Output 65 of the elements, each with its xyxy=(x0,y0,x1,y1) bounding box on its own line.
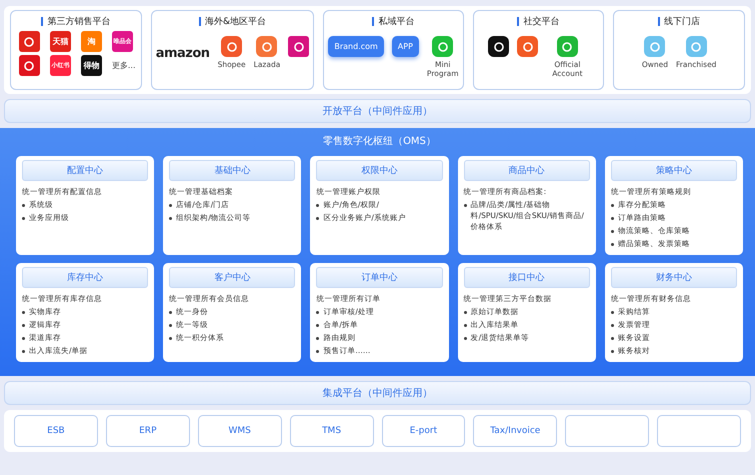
center-title: 权限中心 xyxy=(316,160,443,181)
accent-bar-icon xyxy=(199,17,201,26)
bullet-icon xyxy=(464,336,467,340)
center-title: 接口中心 xyxy=(464,267,590,288)
app-logo-icon: 淘 xyxy=(80,31,102,52)
bullet-icon xyxy=(22,350,25,352)
bullet-icon xyxy=(464,324,467,327)
channel-title: 海外&地区平台 xyxy=(205,16,266,28)
bullet-icon xyxy=(22,310,25,314)
bullet-icon xyxy=(22,324,25,327)
center-title: 商品中心 xyxy=(464,160,590,181)
bullet-icon xyxy=(610,336,614,340)
bullet-icon xyxy=(316,336,320,340)
system-box: ERP xyxy=(106,415,190,447)
bullet-icon xyxy=(464,310,467,314)
center-title: 配置中心 xyxy=(22,160,148,181)
center-title: 客户中心 xyxy=(169,267,296,288)
channel-title: 私域平台 xyxy=(378,16,414,28)
bullet-icon xyxy=(316,350,320,352)
bullet-icon xyxy=(22,216,25,220)
bar-label: 开放平台（中间件应用） xyxy=(322,104,432,118)
accent-bar-icon xyxy=(517,17,520,26)
bullet-icon xyxy=(610,204,614,207)
center-title: 订单中心 xyxy=(316,267,443,288)
system-box: ESB xyxy=(14,415,98,447)
store-wordmark: amazon xyxy=(156,46,210,61)
channel-button[interactable]: APP xyxy=(392,36,419,57)
channel-title: 社交平台 xyxy=(523,16,560,28)
bullet-icon xyxy=(610,230,614,233)
system-box: Tax/Invoice xyxy=(473,415,558,447)
bullet-icon xyxy=(316,324,320,327)
system-box: WMS xyxy=(198,415,282,447)
center-title: 基础中心 xyxy=(169,160,296,181)
bullet-icon xyxy=(169,324,172,327)
system-box: E-port xyxy=(382,415,466,447)
bullet-icon xyxy=(610,310,614,314)
bullet-icon xyxy=(22,204,25,207)
bullet-icon xyxy=(169,204,172,207)
bullet-icon xyxy=(169,216,172,220)
bullet-icon xyxy=(610,324,614,327)
bullet-icon xyxy=(610,350,614,352)
channel-title: 线下门店 xyxy=(664,16,700,28)
bullet-icon xyxy=(464,204,467,207)
bullet-icon xyxy=(610,216,614,220)
bullet-icon xyxy=(316,204,320,207)
accent-bar-icon xyxy=(658,17,660,26)
app-logo-icon: 得物 xyxy=(80,55,102,76)
bar-label: 集成平台（中间件应用） xyxy=(322,386,432,400)
bullet-icon xyxy=(316,216,320,220)
app-logo-icon: 天猫 xyxy=(50,31,71,52)
oms-title: 零售数字化枢纽（OMS） xyxy=(322,134,437,148)
bullet-icon xyxy=(316,310,320,314)
center-title: 库存中心 xyxy=(22,267,148,288)
bullet-icon xyxy=(610,242,614,246)
accent-bar-icon xyxy=(372,17,374,26)
center-title: 财务中心 xyxy=(610,267,737,288)
system-box: TMS xyxy=(290,415,374,447)
bullet-icon xyxy=(22,336,25,340)
center-title: 策略中心 xyxy=(610,160,737,181)
channel-button[interactable]: Brand.com xyxy=(328,36,384,57)
accent-bar-icon xyxy=(41,17,44,26)
channel-title: 第三方销售平台 xyxy=(47,16,110,28)
bullet-icon xyxy=(169,310,172,314)
more-link[interactable]: 更多... xyxy=(112,60,133,71)
bullet-icon xyxy=(169,336,172,340)
